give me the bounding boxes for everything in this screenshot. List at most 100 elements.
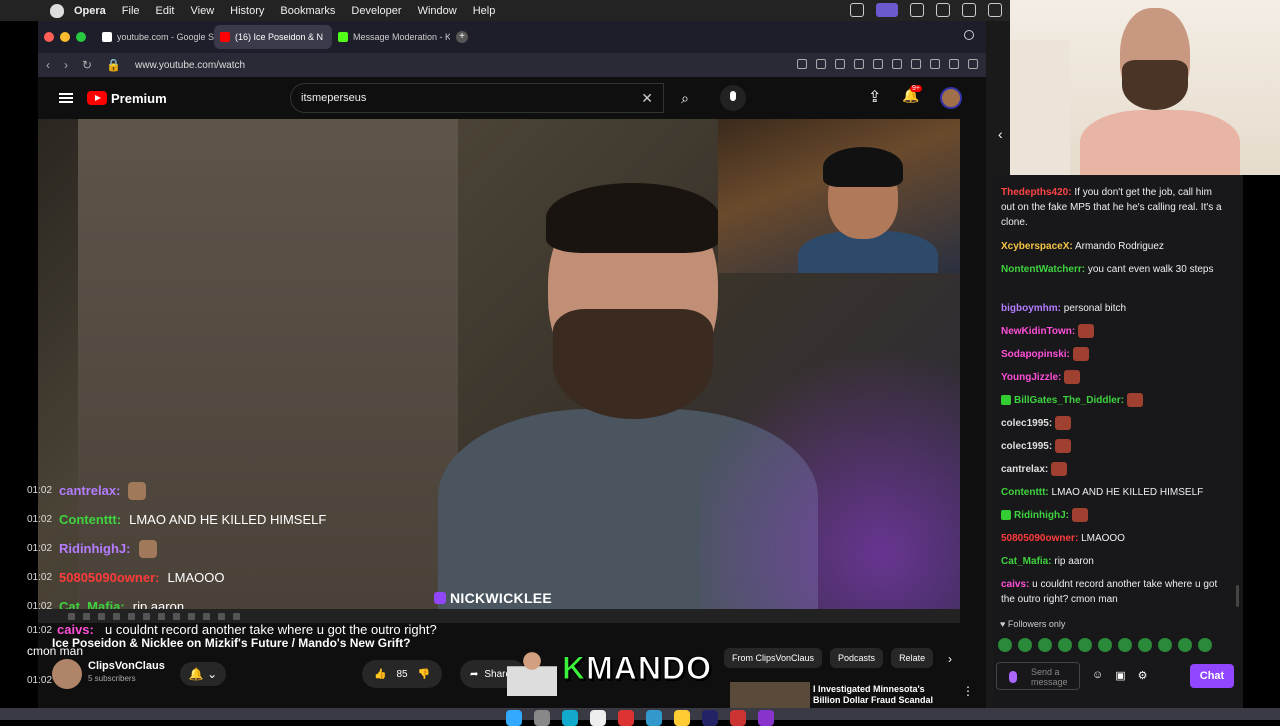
- opera-icon[interactable]: [730, 710, 746, 726]
- chat-username[interactable]: BillGates_The_Diddler:: [1014, 395, 1124, 406]
- menu-history[interactable]: History: [230, 5, 264, 17]
- recommended-title[interactable]: I Investigated Minnesota's Billion Dolla…: [813, 684, 953, 706]
- search-button[interactable]: ⌕: [668, 83, 702, 113]
- chat-username[interactable]: Contenttt:: [1001, 487, 1049, 498]
- menu-window[interactable]: Window: [418, 5, 457, 17]
- profile-icon[interactable]: [930, 59, 940, 69]
- wifi-icon[interactable]: [988, 3, 1002, 17]
- window-icon[interactable]: [962, 3, 976, 17]
- emote-icon[interactable]: [1178, 638, 1192, 652]
- search-input[interactable]: itsmeperseus ✕: [290, 83, 664, 113]
- emote-icon[interactable]: [1138, 638, 1152, 652]
- clock-icon[interactable]: [936, 3, 950, 17]
- back-icon[interactable]: ‹: [46, 58, 50, 72]
- mic-icon[interactable]: [1009, 671, 1017, 683]
- subscribe-bell-button[interactable]: 🔔 ⌄: [180, 662, 226, 686]
- download-icon[interactable]: [892, 59, 902, 69]
- play-icon[interactable]: [854, 59, 864, 69]
- account-avatar[interactable]: [940, 87, 962, 109]
- thumbs-down-icon[interactable]: 👎: [418, 669, 430, 680]
- chat-username[interactable]: colec1995:: [1001, 418, 1052, 429]
- screen-record-icon[interactable]: [876, 3, 898, 17]
- emote-icon[interactable]: [1078, 638, 1092, 652]
- voice-search-icon[interactable]: [720, 85, 746, 111]
- hamburger-menu-icon[interactable]: [59, 93, 73, 103]
- reload-icon[interactable]: ↻: [82, 58, 92, 72]
- zoom-window-button[interactable]: [76, 32, 86, 42]
- emote-icon[interactable]: [1038, 638, 1052, 652]
- menu-developer[interactable]: Developer: [351, 5, 401, 17]
- finder-icon[interactable]: [506, 710, 522, 726]
- chat-input[interactable]: Send a message: [996, 662, 1080, 690]
- youtube-logo[interactable]: Premium: [87, 91, 167, 106]
- emote-icon[interactable]: [1158, 638, 1172, 652]
- url-field[interactable]: www.youtube.com/watch: [135, 60, 245, 71]
- chevron-right-icon[interactable]: ›: [948, 652, 952, 666]
- menu-bookmarks[interactable]: Bookmarks: [280, 5, 335, 17]
- menu-view[interactable]: View: [191, 5, 215, 17]
- app-icon[interactable]: [562, 710, 578, 726]
- like-button[interactable]: 👍 85 👎: [362, 660, 442, 688]
- menu-edit[interactable]: Edit: [156, 5, 175, 17]
- minimize-window-button[interactable]: [60, 32, 70, 42]
- status-icon[interactable]: [910, 3, 924, 17]
- emote-icon[interactable]: [1018, 638, 1032, 652]
- app-icon[interactable]: [618, 710, 634, 726]
- chat-username[interactable]: cantrelax:: [1001, 464, 1048, 475]
- app-icon[interactable]: [758, 710, 774, 726]
- upload-icon[interactable]: ⇪: [868, 87, 881, 107]
- chat-username[interactable]: colec1995:: [1001, 441, 1052, 452]
- channel-avatar[interactable]: [52, 659, 82, 689]
- camera-icon[interactable]: [816, 59, 826, 69]
- tab-google[interactable]: youtube.com - Google S: [96, 25, 214, 49]
- chat-username[interactable]: NewKidinTown:: [1001, 326, 1075, 337]
- close-window-button[interactable]: [44, 32, 54, 42]
- edit-icon[interactable]: [797, 59, 807, 69]
- menu-icon[interactable]: [911, 59, 921, 69]
- menu-help[interactable]: Help: [473, 5, 496, 17]
- chat-scrollbar[interactable]: [1236, 585, 1239, 607]
- emote-picker-icon[interactable]: ☺: [1092, 669, 1103, 682]
- tab-search-icon[interactable]: [964, 30, 974, 40]
- chat-username[interactable]: Thedepths420:: [1001, 187, 1072, 198]
- menu-app-name[interactable]: Opera: [74, 5, 106, 17]
- app-icon[interactable]: [674, 710, 690, 726]
- chat-username[interactable]: RidinhighJ:: [1014, 510, 1069, 521]
- settings-icon[interactable]: ⚙: [1138, 669, 1148, 682]
- emote-icon[interactable]: [1118, 638, 1132, 652]
- recommended-thumbnail[interactable]: [730, 682, 810, 708]
- status-icon[interactable]: [850, 3, 864, 17]
- more-options-icon[interactable]: ⋮: [962, 684, 974, 698]
- app-icon[interactable]: [646, 710, 662, 726]
- clear-search-icon[interactable]: ✕: [641, 90, 653, 107]
- ai-icon[interactable]: [968, 59, 978, 69]
- emote-icon[interactable]: [1058, 638, 1072, 652]
- gift-icon[interactable]: ▣: [1115, 669, 1125, 682]
- emote-icon[interactable]: [998, 638, 1012, 652]
- tab-youtube[interactable]: (16) Ice Poseidon & N: [214, 25, 332, 49]
- chat-username[interactable]: Sodapopinski:: [1001, 349, 1070, 360]
- chevron-left-icon[interactable]: ‹: [998, 126, 1003, 142]
- app-icon[interactable]: [702, 710, 718, 726]
- chat-username[interactable]: caivs:: [1001, 579, 1029, 590]
- heart-icon[interactable]: [873, 59, 883, 69]
- chip-podcasts[interactable]: Podcasts: [830, 648, 884, 668]
- app-icon[interactable]: [590, 710, 606, 726]
- apple-icon[interactable]: [50, 3, 64, 18]
- tab-kick[interactable]: Message Moderation - K: [332, 25, 450, 49]
- menu-file[interactable]: File: [122, 5, 140, 17]
- chat-username[interactable]: XcyberspaceX:: [1001, 241, 1073, 252]
- app-icon[interactable]: [534, 710, 550, 726]
- chat-username[interactable]: 50805090owner:: [1001, 533, 1078, 544]
- chat-username[interactable]: bigboymhm:: [1001, 303, 1061, 314]
- channel-name[interactable]: ClipsVonClaus: [88, 660, 165, 672]
- new-tab-button[interactable]: +: [456, 31, 468, 43]
- chat-username[interactable]: YoungJizzle:: [1001, 372, 1061, 383]
- chat-username[interactable]: Cat_Mafia:: [1001, 556, 1052, 567]
- emote-icon[interactable]: [1098, 638, 1112, 652]
- extension-icon[interactable]: [949, 59, 959, 69]
- chip-related[interactable]: Relate: [891, 648, 934, 668]
- send-chat-button[interactable]: Chat: [1190, 664, 1234, 688]
- shield-icon[interactable]: [835, 59, 845, 69]
- chip-from-channel[interactable]: From ClipsVonClaus: [724, 648, 823, 668]
